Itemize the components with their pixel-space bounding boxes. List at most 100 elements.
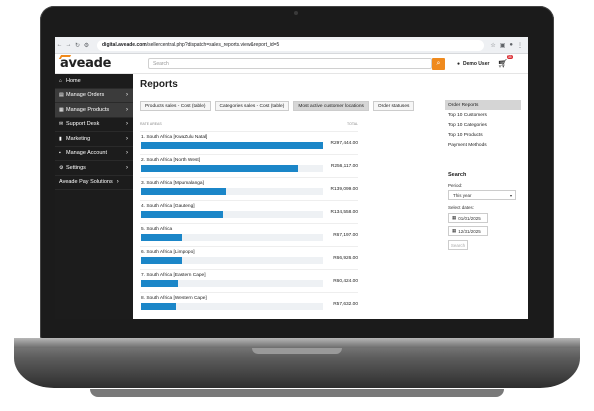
- reports-side-panel: Order Reports Top 10 Customers Top 10 Ca…: [445, 100, 521, 250]
- chart-row: 1. South Africa [KwaZulu Natal] R297,444.…: [140, 131, 358, 152]
- menu-top-products[interactable]: Top 10 Products: [445, 130, 521, 140]
- calendar-icon: ▦: [452, 215, 457, 220]
- star-icon[interactable]: ☆: [490, 42, 495, 49]
- dates-label: Select dates:: [448, 205, 475, 210]
- chart-bar: [141, 211, 224, 218]
- chart-head-left: RATE AREAS: [140, 122, 162, 126]
- chart-row: 3. South Africa [Mpumalanga] R139,099.00: [140, 177, 358, 198]
- date-from-field[interactable]: ▦ 01/01/2025: [448, 213, 488, 223]
- sidebar-item-manage-account[interactable]: ▪ Manage Account ›: [55, 147, 133, 161]
- chart-row: 2. South Africa [North West] R256,117.00: [140, 154, 358, 175]
- webcam: [294, 11, 298, 15]
- account-icon: ▪: [59, 150, 61, 157]
- chart-bar: [141, 165, 298, 172]
- chart-bar: [141, 303, 177, 310]
- locations-bar-chart: RATE AREAS TOTAL 1. South Africa [KwaZul…: [140, 122, 358, 312]
- chart-bar: [141, 257, 182, 264]
- chart-value-label: R67,197.00: [333, 233, 358, 238]
- period-select[interactable]: This year ▾: [448, 190, 516, 200]
- cart-button[interactable]: 🛒︎ 35: [497, 55, 513, 68]
- search-input[interactable]: Search: [148, 58, 432, 69]
- reload-icon[interactable]: ↻: [73, 42, 82, 49]
- laptop-frame: ← → ↻ ⚙ digital.aveade.com /sellercentra…: [0, 0, 594, 411]
- calendar-icon: ▦: [452, 228, 457, 233]
- chart-value-label: R297,444.00: [330, 141, 358, 146]
- menu-top-categories[interactable]: Top 10 Categories: [445, 120, 521, 130]
- menu-top-customers[interactable]: Top 10 Customers: [445, 110, 521, 120]
- tab-order-statuses[interactable]: Order statuses: [372, 101, 415, 111]
- user-name: Demo User: [463, 60, 490, 67]
- chart-category-label: 8. South Africa [Western Cape]: [141, 296, 207, 301]
- browser-toolbar: ← → ↻ ⚙ digital.aveade.com /sellercentra…: [55, 37, 528, 54]
- search-button[interactable]: ⌕: [432, 57, 445, 70]
- tab-categories-sales[interactable]: Categories sales - Cost (table): [214, 101, 290, 111]
- address-bar[interactable]: digital.aveade.com /sellercentral.php?di…: [97, 39, 485, 51]
- profile-icon[interactable]: ●: [509, 42, 513, 49]
- chart-row: 4. South Africa [Gauteng] R134,558.00: [140, 200, 358, 221]
- chart-category-label: 5. South Africa: [141, 227, 173, 232]
- chart-row: 6. South Africa [Limpopo] R66,926.00: [140, 246, 358, 267]
- cart-icon: 🛒︎: [497, 59, 508, 68]
- chart-bar-track: [141, 188, 323, 195]
- search-icon: ⌕: [436, 59, 441, 67]
- chart-bar: [141, 234, 183, 241]
- chart-bar-track: [141, 234, 323, 241]
- laptop-notch: [252, 348, 342, 354]
- sidebar-item-settings[interactable]: ⚙ Settings ›: [55, 161, 133, 176]
- back-icon[interactable]: ←: [55, 42, 64, 48]
- chevron-right-icon: ›: [126, 121, 128, 128]
- forward-icon[interactable]: →: [64, 42, 73, 48]
- chart-value-label: R60,424.00: [333, 279, 358, 284]
- chart-bar-track: [141, 257, 323, 264]
- chart-row: 7. South Africa [Eastern Cape] R60,424.00: [140, 269, 358, 290]
- chart-row: 5. South Africa R67,197.00: [140, 223, 358, 244]
- chevron-down-icon: ▾: [509, 192, 512, 198]
- chart-value-label: R139,099.00: [330, 187, 358, 192]
- main-content: Reports Products sales - Cost (table) Ca…: [133, 74, 528, 319]
- sidebar-item-support-desk[interactable]: ✉ Support Desk ›: [55, 118, 133, 132]
- settings-icon: ⚙: [59, 164, 64, 171]
- chart-bar-track: [141, 280, 323, 287]
- sidebar-item-manage-products[interactable]: ▦ Manage Products ›: [55, 103, 133, 118]
- chart-bar: [141, 142, 323, 149]
- chart-category-label: 1. South Africa [KwaZulu Natal]: [141, 135, 208, 140]
- chart-bar: [141, 188, 227, 195]
- chevron-right-icon: ›: [126, 106, 128, 113]
- chart-bar-track: [141, 211, 323, 218]
- sidebar: ⌂ Home ▤ Manage Orders › ▦ Manage Produc…: [55, 74, 133, 319]
- screen: ← → ↻ ⚙ digital.aveade.com /sellercentra…: [55, 37, 528, 319]
- chart-bar-track: [141, 303, 323, 310]
- chart-value-label: R57,632.00: [333, 302, 358, 307]
- search-bar: Search ⌕: [148, 57, 445, 70]
- orders-icon: ▤: [59, 92, 64, 99]
- user-menu[interactable]: ● Demo User: [457, 61, 489, 67]
- user-icon: ●: [457, 60, 461, 67]
- chart-bar: [141, 280, 178, 287]
- sidebar-item-home[interactable]: ⌂ Home: [55, 74, 133, 89]
- site-info-icon[interactable]: ⚙: [82, 42, 91, 49]
- extensions-icon[interactable]: ▣: [500, 42, 506, 49]
- sidebar-item-manage-orders[interactable]: ▤ Manage Orders ›: [55, 88, 133, 103]
- sidebar-item-marketing[interactable]: ▮ Marketing ›: [55, 132, 133, 147]
- chart-value-label: R134,558.00: [330, 210, 358, 215]
- aveade-logo[interactable]: aveade: [55, 55, 133, 71]
- chart-header: RATE AREAS TOTAL: [140, 122, 358, 126]
- tab-active-locations[interactable]: Most active customer locations: [293, 101, 369, 111]
- search-section-title: Search: [448, 172, 467, 178]
- sidebar-item-aveade-pay[interactable]: Aveade Pay Solutions ›: [55, 176, 133, 190]
- tab-products-sales[interactable]: Products sales - Cost (table): [140, 101, 211, 111]
- chart-value-label: R256,117.00: [330, 164, 358, 169]
- date-to-field[interactable]: ▦ 12/31/2025: [448, 226, 488, 236]
- chart-category-label: 4. South Africa [Gauteng]: [141, 204, 195, 209]
- chart-category-label: 3. South Africa [Mpumalanga]: [141, 181, 204, 186]
- menu-order-reports[interactable]: Order Reports: [445, 100, 521, 110]
- search-submit-button[interactable]: Search: [448, 240, 468, 250]
- menu-icon[interactable]: ⋮: [517, 42, 523, 49]
- chevron-right-icon: ›: [116, 179, 119, 186]
- chart-category-label: 2. South Africa [North West]: [141, 158, 201, 163]
- chevron-right-icon: ›: [126, 150, 128, 157]
- menu-payment-methods[interactable]: Payment Methods: [445, 140, 521, 150]
- chart-head-right: TOTAL: [347, 122, 358, 126]
- chart-category-label: 6. South Africa [Limpopo]: [141, 250, 195, 255]
- chevron-right-icon: ›: [126, 135, 128, 142]
